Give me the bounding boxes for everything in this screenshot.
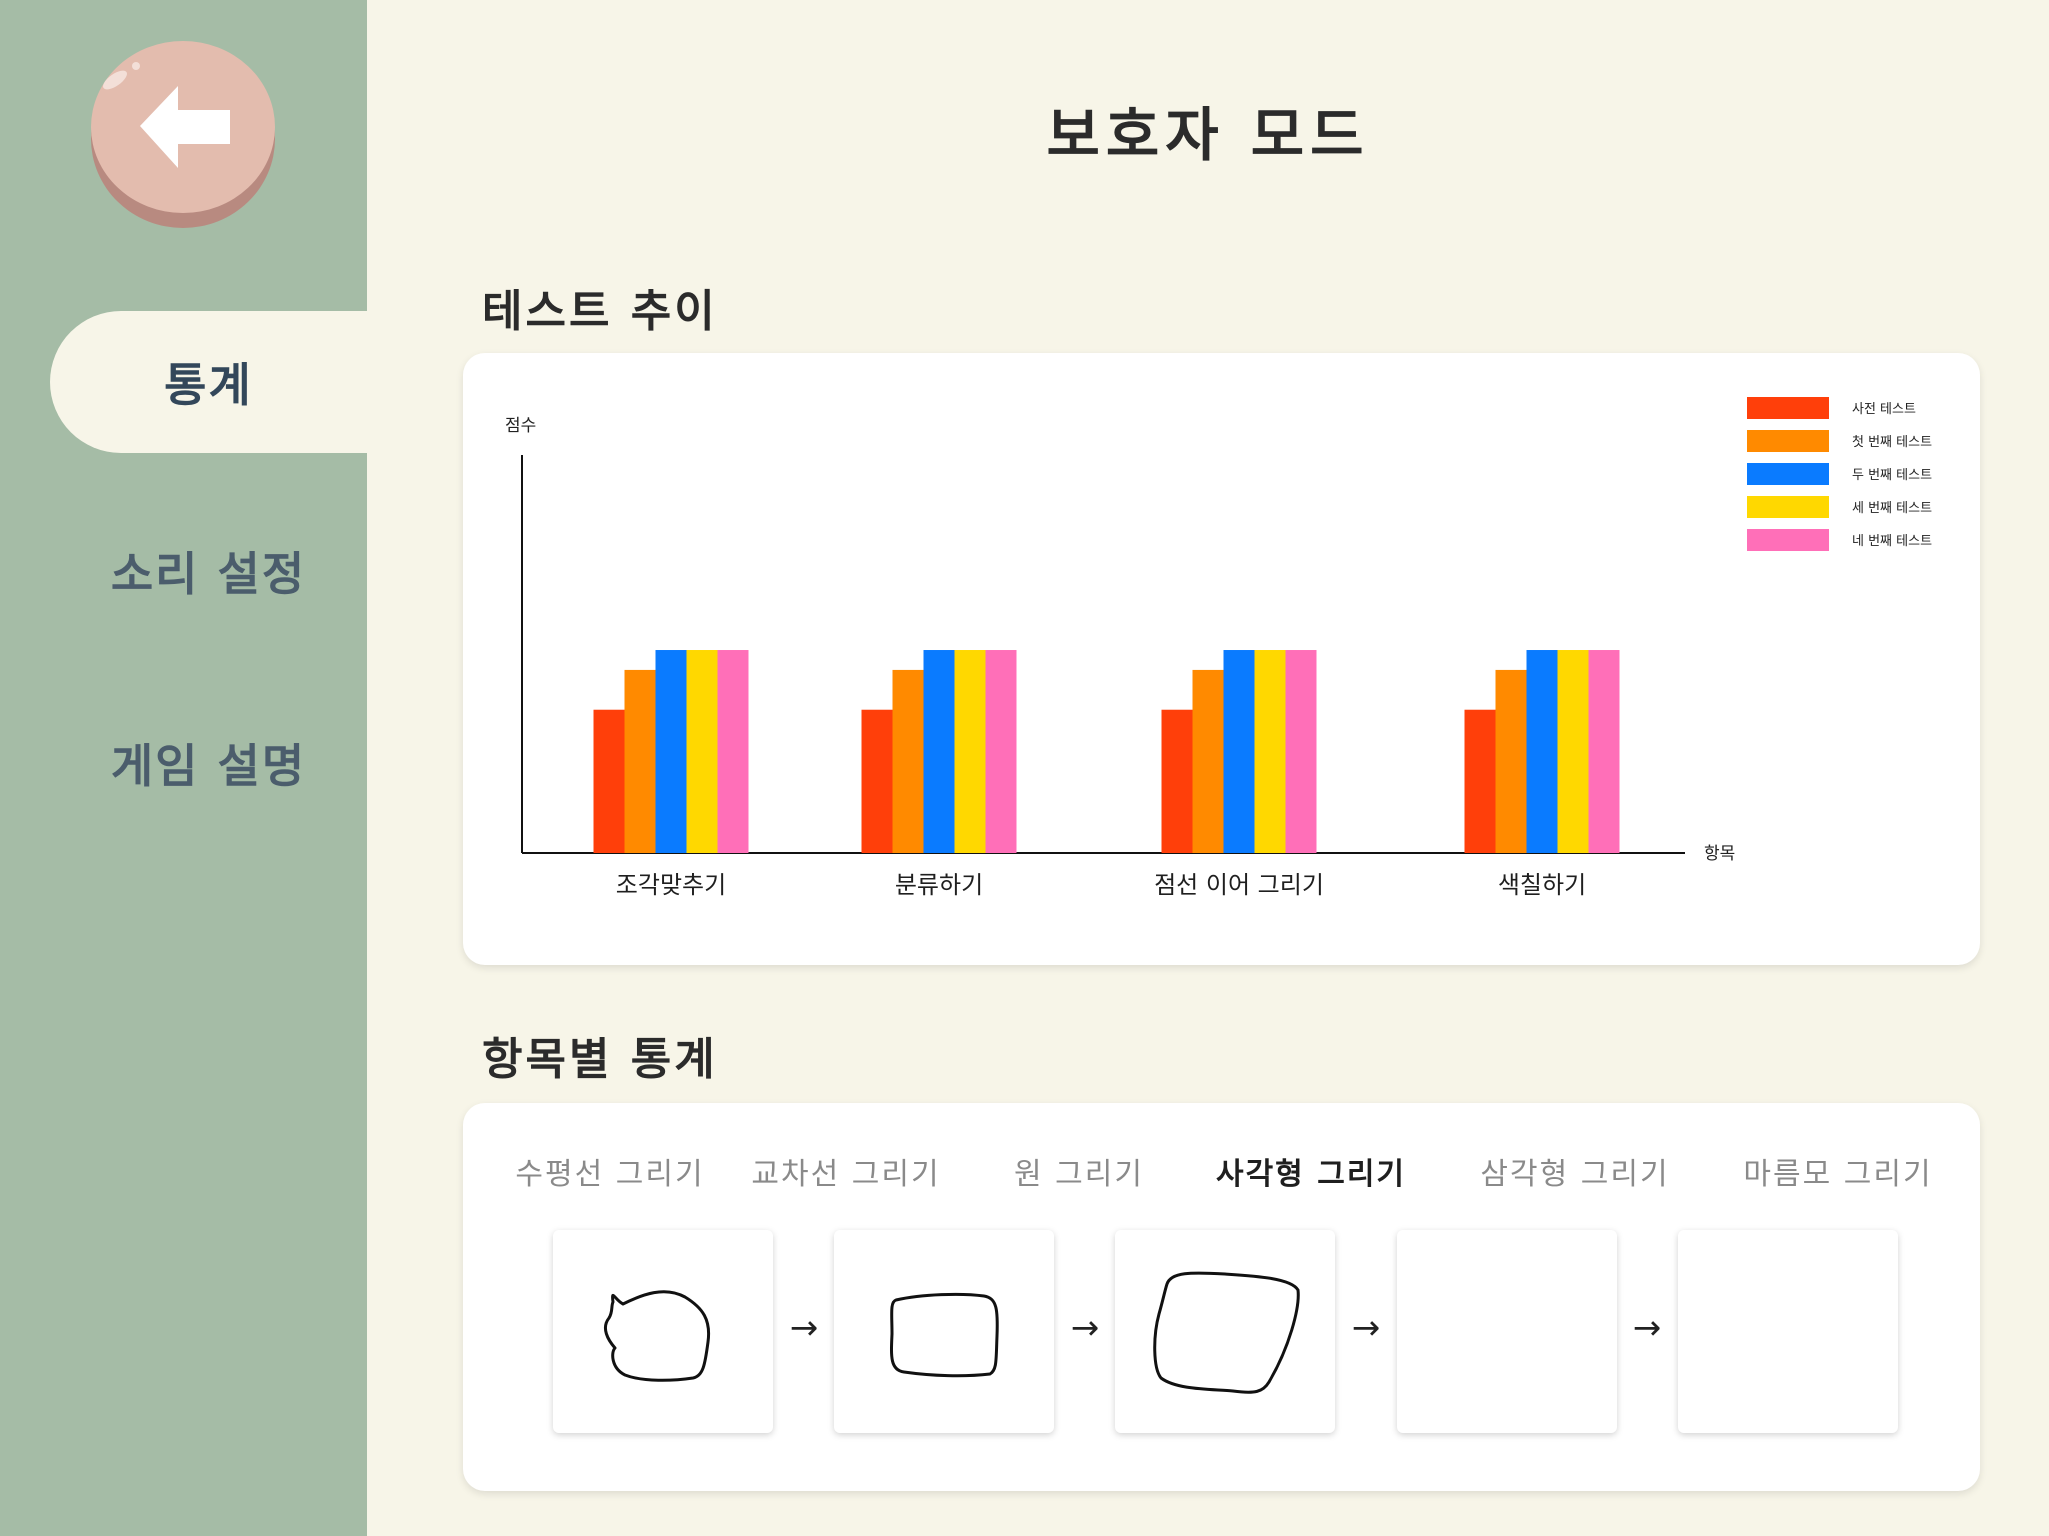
bar <box>1285 650 1317 853</box>
trend-section-title: 테스트 추이 <box>482 286 718 337</box>
x-tick-label: 색칠하기 <box>1498 871 1586 899</box>
legend-label: 네 번째 테스트 <box>1852 534 1932 549</box>
legend-swatch <box>1747 430 1829 452</box>
sidebar-item-label: 소리 설정 <box>110 547 307 601</box>
x-tick-label: 조각맞추기 <box>616 871 726 899</box>
legend-label: 사전 테스트 <box>1852 402 1916 417</box>
sidebar-item-sound-settings[interactable]: 소리 설정 <box>50 500 367 642</box>
item-stats-section-title: 항목별 통계 <box>482 1034 718 1085</box>
drawing-thumbnail-empty[interactable] <box>1678 1230 1898 1433</box>
legend-swatch <box>1747 529 1829 551</box>
bar <box>1557 650 1589 853</box>
sidebar-item-game-guide[interactable]: 게임 설명 <box>50 692 367 834</box>
tab-triangle[interactable]: 삼각형 그리기 <box>1480 1149 1669 1193</box>
bar <box>1223 650 1255 853</box>
left-arrow-icon <box>91 41 275 228</box>
legend-label: 두 번째 테스트 <box>1852 468 1932 483</box>
drawing-thumbnail[interactable] <box>553 1230 773 1433</box>
bar <box>1192 669 1224 853</box>
tab-rectangle[interactable]: 사각형 그리기 <box>1216 1149 1406 1193</box>
y-axis-label: 점수 <box>505 416 536 436</box>
bar <box>923 650 955 853</box>
bar <box>1464 709 1496 853</box>
bar <box>1588 650 1620 853</box>
bar <box>593 709 625 853</box>
rounded-square-drawing <box>889 1292 999 1378</box>
drawing-thumbnail[interactable] <box>834 1230 1054 1433</box>
legend-label: 첫 번째 테스트 <box>1852 435 1932 450</box>
bar <box>655 650 687 853</box>
legend-swatch <box>1747 496 1829 518</box>
bar <box>1254 650 1286 853</box>
bar <box>861 709 893 853</box>
sidebar: 통계 소리 설정 게임 설명 <box>0 0 367 1536</box>
tab-cross-line[interactable]: 교차선 그리기 <box>751 1149 940 1193</box>
x-axis-label: 항목 <box>1704 844 1735 864</box>
tab-horizontal-line[interactable]: 수평선 그리기 <box>515 1149 704 1193</box>
bar-chart: 점수항목조각맞추기 분류하기 점선 이어 그리기 색칠하기 사전 테스트첫 번째 테스트… <box>505 397 1932 899</box>
tab-diamond[interactable]: 마름모 그리기 <box>1743 1149 1932 1193</box>
drawing-thumbnail-empty[interactable] <box>1397 1230 1617 1433</box>
legend-swatch <box>1747 463 1829 485</box>
bar <box>717 650 749 853</box>
arrow-symbol: → <box>1351 1308 1381 1348</box>
sidebar-item-label: 게임 설명 <box>110 739 307 793</box>
drawing-thumbnail[interactable] <box>1115 1230 1335 1433</box>
bar <box>686 650 718 853</box>
bar <box>1526 650 1558 853</box>
sidebar-item-stats[interactable]: 통계 <box>50 311 367 453</box>
x-tick-label: 점선 이어 그리기 <box>1154 871 1324 899</box>
legend-label: 세 번째 테스트 <box>1852 501 1932 516</box>
chart-card: 점수항목조각맞추기 분류하기 점선 이어 그리기 색칠하기 사전 테스트첫 번째 테스트… <box>463 353 1980 965</box>
item-stats-card: 수평선 그리기 교차선 그리기 원 그리기 사각형 그리기 삼각형 그리기 마름… <box>463 1103 1980 1491</box>
bar <box>954 650 986 853</box>
page-title: 보호자 모드 <box>1046 101 1370 169</box>
bar <box>1495 669 1527 853</box>
x-tick-label: 분류하기 <box>895 871 983 899</box>
tab-circle[interactable]: 원 그리기 <box>1014 1149 1144 1193</box>
bar <box>892 669 924 853</box>
arrow-symbol: → <box>1632 1308 1662 1348</box>
legend-swatch <box>1747 397 1829 419</box>
blob-drawing <box>604 1290 711 1382</box>
back-button[interactable] <box>90 40 276 230</box>
shape-tabs: 수평선 그리기 교차선 그리기 원 그리기 사각형 그리기 삼각형 그리기 마름… <box>463 1149 1980 1209</box>
bar <box>1161 709 1193 853</box>
sidebar-item-label: 통계 <box>164 358 253 412</box>
arrow-symbol: → <box>789 1308 819 1348</box>
bar <box>624 669 656 853</box>
bar <box>985 650 1017 853</box>
square-drawing <box>1153 1271 1300 1394</box>
arrow-symbol: → <box>1070 1308 1100 1348</box>
